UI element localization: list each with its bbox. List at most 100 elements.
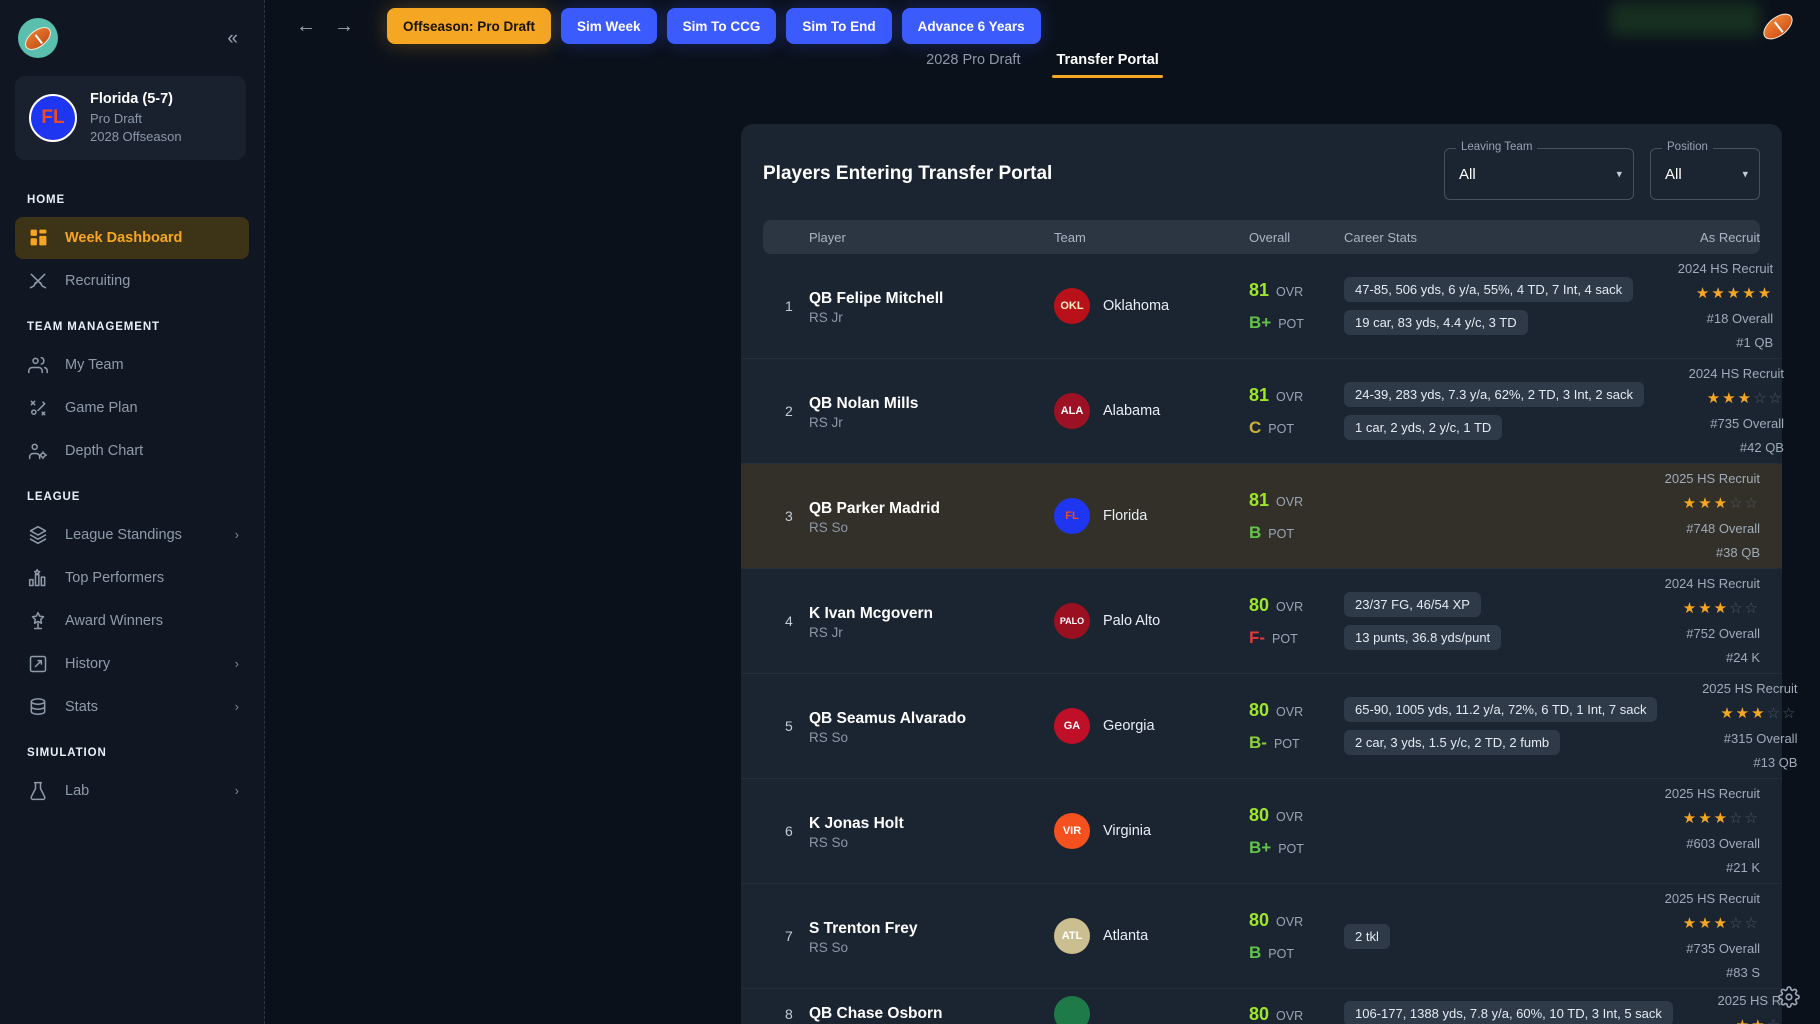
filter-value: All xyxy=(1459,166,1476,183)
table-row[interactable]: 5QB Seamus AlvaradoRS SoGAGeorgia80OVRB-… xyxy=(741,674,1782,779)
arrow-right-icon[interactable]: → xyxy=(325,7,363,45)
column-header-as-recruit: As Recruit xyxy=(1630,230,1760,245)
recruit-year: 2025 HS Recruit xyxy=(1683,989,1782,1013)
current-team-card[interactable]: FL Florida (5-7) Pro Draft 2028 Offseaso… xyxy=(15,76,246,160)
career-stats-cell: 106-177, 1388 yds, 7.8 y/a, 60%, 10 TD, … xyxy=(1344,1001,1683,1024)
team-cell: VIRVirginia xyxy=(1054,813,1249,849)
toolbar-button-sim-to-ccg[interactable]: Sim To CCG xyxy=(667,8,777,44)
recruit-position-rank: #83 S xyxy=(1630,961,1760,985)
potential-label: POT xyxy=(1268,418,1294,442)
recruit-year: 2025 HS Recruit xyxy=(1630,782,1760,806)
recruit-position-rank: #38 QB xyxy=(1630,541,1760,565)
table-row[interactable]: 3QB Parker MadridRS SoFLFlorida81OVRBPOT… xyxy=(741,464,1782,569)
toolbar-button-offseason-pro-draft[interactable]: Offseason: Pro Draft xyxy=(387,8,551,44)
team-logo: FL xyxy=(1054,498,1090,534)
sidebar-item-stats[interactable]: Stats› xyxy=(15,686,249,728)
table-row[interactable]: 2QB Nolan MillsRS JrALAAlabama81OVRCPOT2… xyxy=(741,359,1782,464)
as-recruit-cell: 2024 HS Recruit★★★☆☆#752 Overall#24 K xyxy=(1630,572,1760,670)
football-logo-icon[interactable] xyxy=(18,18,58,58)
chevron-right-icon[interactable]: › xyxy=(235,656,239,671)
sidebar-item-label: History xyxy=(65,656,110,672)
filter-position[interactable]: PositionAll▾ xyxy=(1650,148,1760,200)
main-area: ← → Offseason: Pro Draft Sim Week Sim To C… xyxy=(265,0,1820,1024)
sidebar-item-history[interactable]: History › xyxy=(15,643,249,685)
potential-value: B xyxy=(1249,517,1261,549)
player-name: K Ivan Mcgovern xyxy=(809,602,1054,625)
sidebar-collapse-button[interactable]: « xyxy=(221,26,242,51)
filter-leaving-team[interactable]: Leaving TeamAll▾ xyxy=(1444,148,1634,200)
career-stats-cell: 65-90, 1005 yds, 11.2 y/a, 72%, 6 TD, 1 … xyxy=(1344,697,1667,755)
chevron-down-icon[interactable]: ▾ xyxy=(1616,168,1622,181)
sidebar-item-label: Recruiting xyxy=(65,273,130,289)
recruit-year: 2024 HS Recruit xyxy=(1643,257,1773,281)
bar-chart-icon xyxy=(27,567,49,589)
column-header-career-stats: Career Stats xyxy=(1344,230,1630,245)
toolbar-button-advance-6-years[interactable]: Advance 6 Years xyxy=(902,8,1041,44)
tab-transfer-portal[interactable]: Transfer Portal xyxy=(1056,52,1158,78)
table-row[interactable]: 8QB Chase Osborn80OVR106-177, 1388 yds, … xyxy=(741,989,1782,1024)
as-recruit-cell: 2024 HS Recruit★★★★★#18 Overall#1 QB xyxy=(1643,257,1773,355)
potential-label: POT xyxy=(1278,838,1304,862)
career-stats-cell: 2 tkl xyxy=(1344,924,1630,949)
sidebar-item-my-team[interactable]: My Team xyxy=(15,344,249,386)
overall-value: 80 xyxy=(1249,798,1269,832)
sidebar-item-recruiting[interactable]: Recruiting xyxy=(15,260,249,302)
filter-label: Leaving Team xyxy=(1456,141,1537,153)
stat-chip: 19 car, 83 yds, 4.4 y/c, 3 TD xyxy=(1344,310,1528,335)
player-name: QB Chase Osborn xyxy=(809,1002,1054,1024)
recruit-overall-rank: #748 Overall xyxy=(1630,517,1760,541)
sidebar-item-depth-chart[interactable]: Depth Chart xyxy=(15,430,249,472)
row-rank: 7 xyxy=(763,928,809,944)
as-recruit-cell: 2025 HS Recruit★★★☆☆#735 Overall#83 S xyxy=(1630,887,1760,985)
star-rating: ★★★☆☆ xyxy=(1654,386,1784,412)
table-row[interactable]: 6K Jonas HoltRS SoVIRVirginia80OVRB+POT2… xyxy=(741,779,1782,884)
table-row[interactable]: 1QB Felipe MitchellRS JrOKLOklahoma81OVR… xyxy=(741,254,1782,359)
overall-value: 81 xyxy=(1249,273,1269,307)
overall-value: 80 xyxy=(1249,903,1269,937)
toolbar-button-sim-to-end[interactable]: Sim To End xyxy=(786,8,891,44)
team-cell: GAGeorgia xyxy=(1054,708,1249,744)
chevron-down-icon[interactable]: ▾ xyxy=(1742,168,1748,181)
toolbar-button-sim-week[interactable]: Sim Week xyxy=(561,8,657,44)
sidebar-item-game-plan[interactable]: Game Plan xyxy=(15,387,249,429)
player-class: RS So xyxy=(809,940,1054,955)
overall-label: OVR xyxy=(1276,911,1303,935)
stat-chip: 1 car, 2 yds, 2 y/c, 1 TD xyxy=(1344,415,1502,440)
chevron-right-icon[interactable]: › xyxy=(235,527,239,542)
sidebar-item-league-standings[interactable]: League Standings› xyxy=(15,514,249,556)
potential-value: B- xyxy=(1249,727,1267,759)
team-meta: Florida (5-7) Pro Draft 2028 Offseason xyxy=(90,90,182,146)
sidebar-item-award-winners[interactable]: Award Winners xyxy=(15,600,249,642)
stat-chip: 13 punts, 36.8 yds/punt xyxy=(1344,625,1501,650)
sidebar-item-label: Week Dashboard xyxy=(65,230,182,246)
player-class: RS Jr xyxy=(809,415,1054,430)
gear-icon[interactable] xyxy=(1776,984,1802,1010)
stat-chip: 23/37 FG, 46/54 XP xyxy=(1344,592,1481,617)
tab-2028-pro-draft[interactable]: 2028 Pro Draft xyxy=(926,52,1020,78)
sidebar-item-week-dashboard[interactable]: Week Dashboard xyxy=(15,217,249,259)
potential-value: B+ xyxy=(1249,307,1271,339)
overall-label: OVR xyxy=(1276,596,1303,620)
sidebar-item-top-performers[interactable]: Top Performers xyxy=(15,557,249,599)
chevron-right-icon[interactable]: › xyxy=(235,699,239,714)
team-logo: ALA xyxy=(1054,393,1090,429)
sidebar-item-label: Game Plan xyxy=(65,400,138,416)
arrow-left-icon[interactable]: ← xyxy=(287,7,325,45)
recruit-overall-rank: #18 Overall xyxy=(1643,307,1773,331)
as-recruit-cell: 2025 HS Recruit★★★☆☆#315 Overall#13 QB xyxy=(1667,677,1797,775)
career-stats-cell: 47-85, 506 yds, 6 y/a, 55%, 4 TD, 7 Int,… xyxy=(1344,277,1643,335)
team-cell: ALAAlabama xyxy=(1054,393,1249,429)
table-row[interactable]: 7S Trenton FreyRS SoATLAtlanta80OVRBPOT2… xyxy=(741,884,1782,989)
table-row[interactable]: 4K Ivan McgovernRS JrPALOPalo Alto80OVRF… xyxy=(741,569,1782,674)
team-name-label: Florida xyxy=(1103,508,1147,524)
team-cell: FL Florida xyxy=(1054,498,1249,534)
overall-cell: 81OVRCPOT xyxy=(1249,378,1344,444)
player-class: RS Jr xyxy=(809,625,1054,640)
overall-label: OVR xyxy=(1276,281,1303,305)
chevron-right-icon[interactable]: › xyxy=(235,783,239,798)
recruit-overall-rank: #735 Overall xyxy=(1630,937,1760,961)
team-name-label: Oklahoma xyxy=(1103,298,1169,314)
sidebar-item-lab[interactable]: Lab› xyxy=(15,770,249,812)
as-recruit-cell: 2025 HS Recruit★★★☆☆#748 Overall#38 QB xyxy=(1630,467,1760,565)
app-root: « FL Florida (5-7) Pro Draft 2028 Offsea… xyxy=(0,0,1820,1024)
